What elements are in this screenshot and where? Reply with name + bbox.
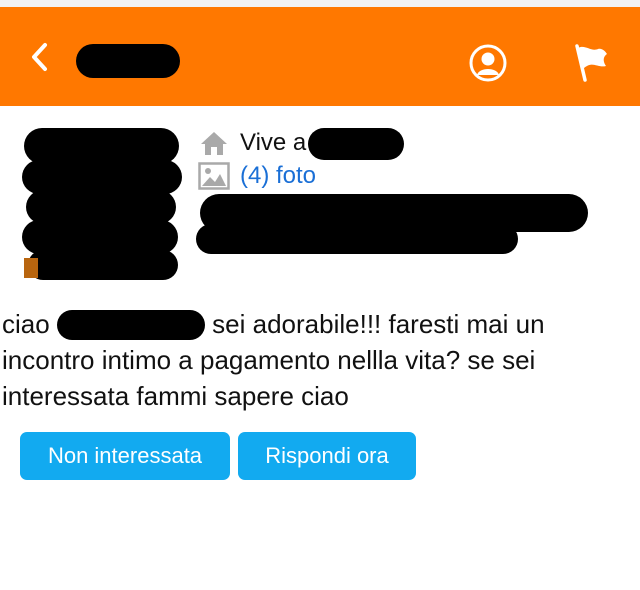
not-interested-button[interactable]: Non interessata [20,432,230,480]
redacted-recipient-name [56,310,205,340]
report-button[interactable] [571,42,611,84]
redacted-location [308,128,404,160]
image-icon [198,162,230,190]
message-greeting: ciao [2,309,50,339]
status-bar [0,0,640,7]
message-screen: Vive a (4) foto ciao sei adorabile!!! fa… [0,0,640,590]
chevron-left-icon [32,43,47,71]
redacted-profile-line-2 [196,224,518,254]
back-button[interactable] [22,37,58,77]
user-icon [469,44,507,82]
location-label: Vive a [240,129,307,156]
message-text: ciao sei adorabile!!! faresti mai un inc… [2,306,634,414]
home-icon [198,129,230,157]
location-row: Vive a [198,127,306,159]
top-navigation-bar [0,7,640,106]
redacted-username-title [76,44,180,78]
photos-link[interactable]: (4) foto [240,160,316,192]
photo-edge-color [24,258,38,278]
view-profile-button[interactable] [469,44,507,82]
flag-icon [575,44,607,82]
reply-now-button[interactable]: Rispondi ora [238,432,416,480]
profile-photo[interactable] [22,126,182,282]
photos-row: (4) foto [198,160,316,192]
